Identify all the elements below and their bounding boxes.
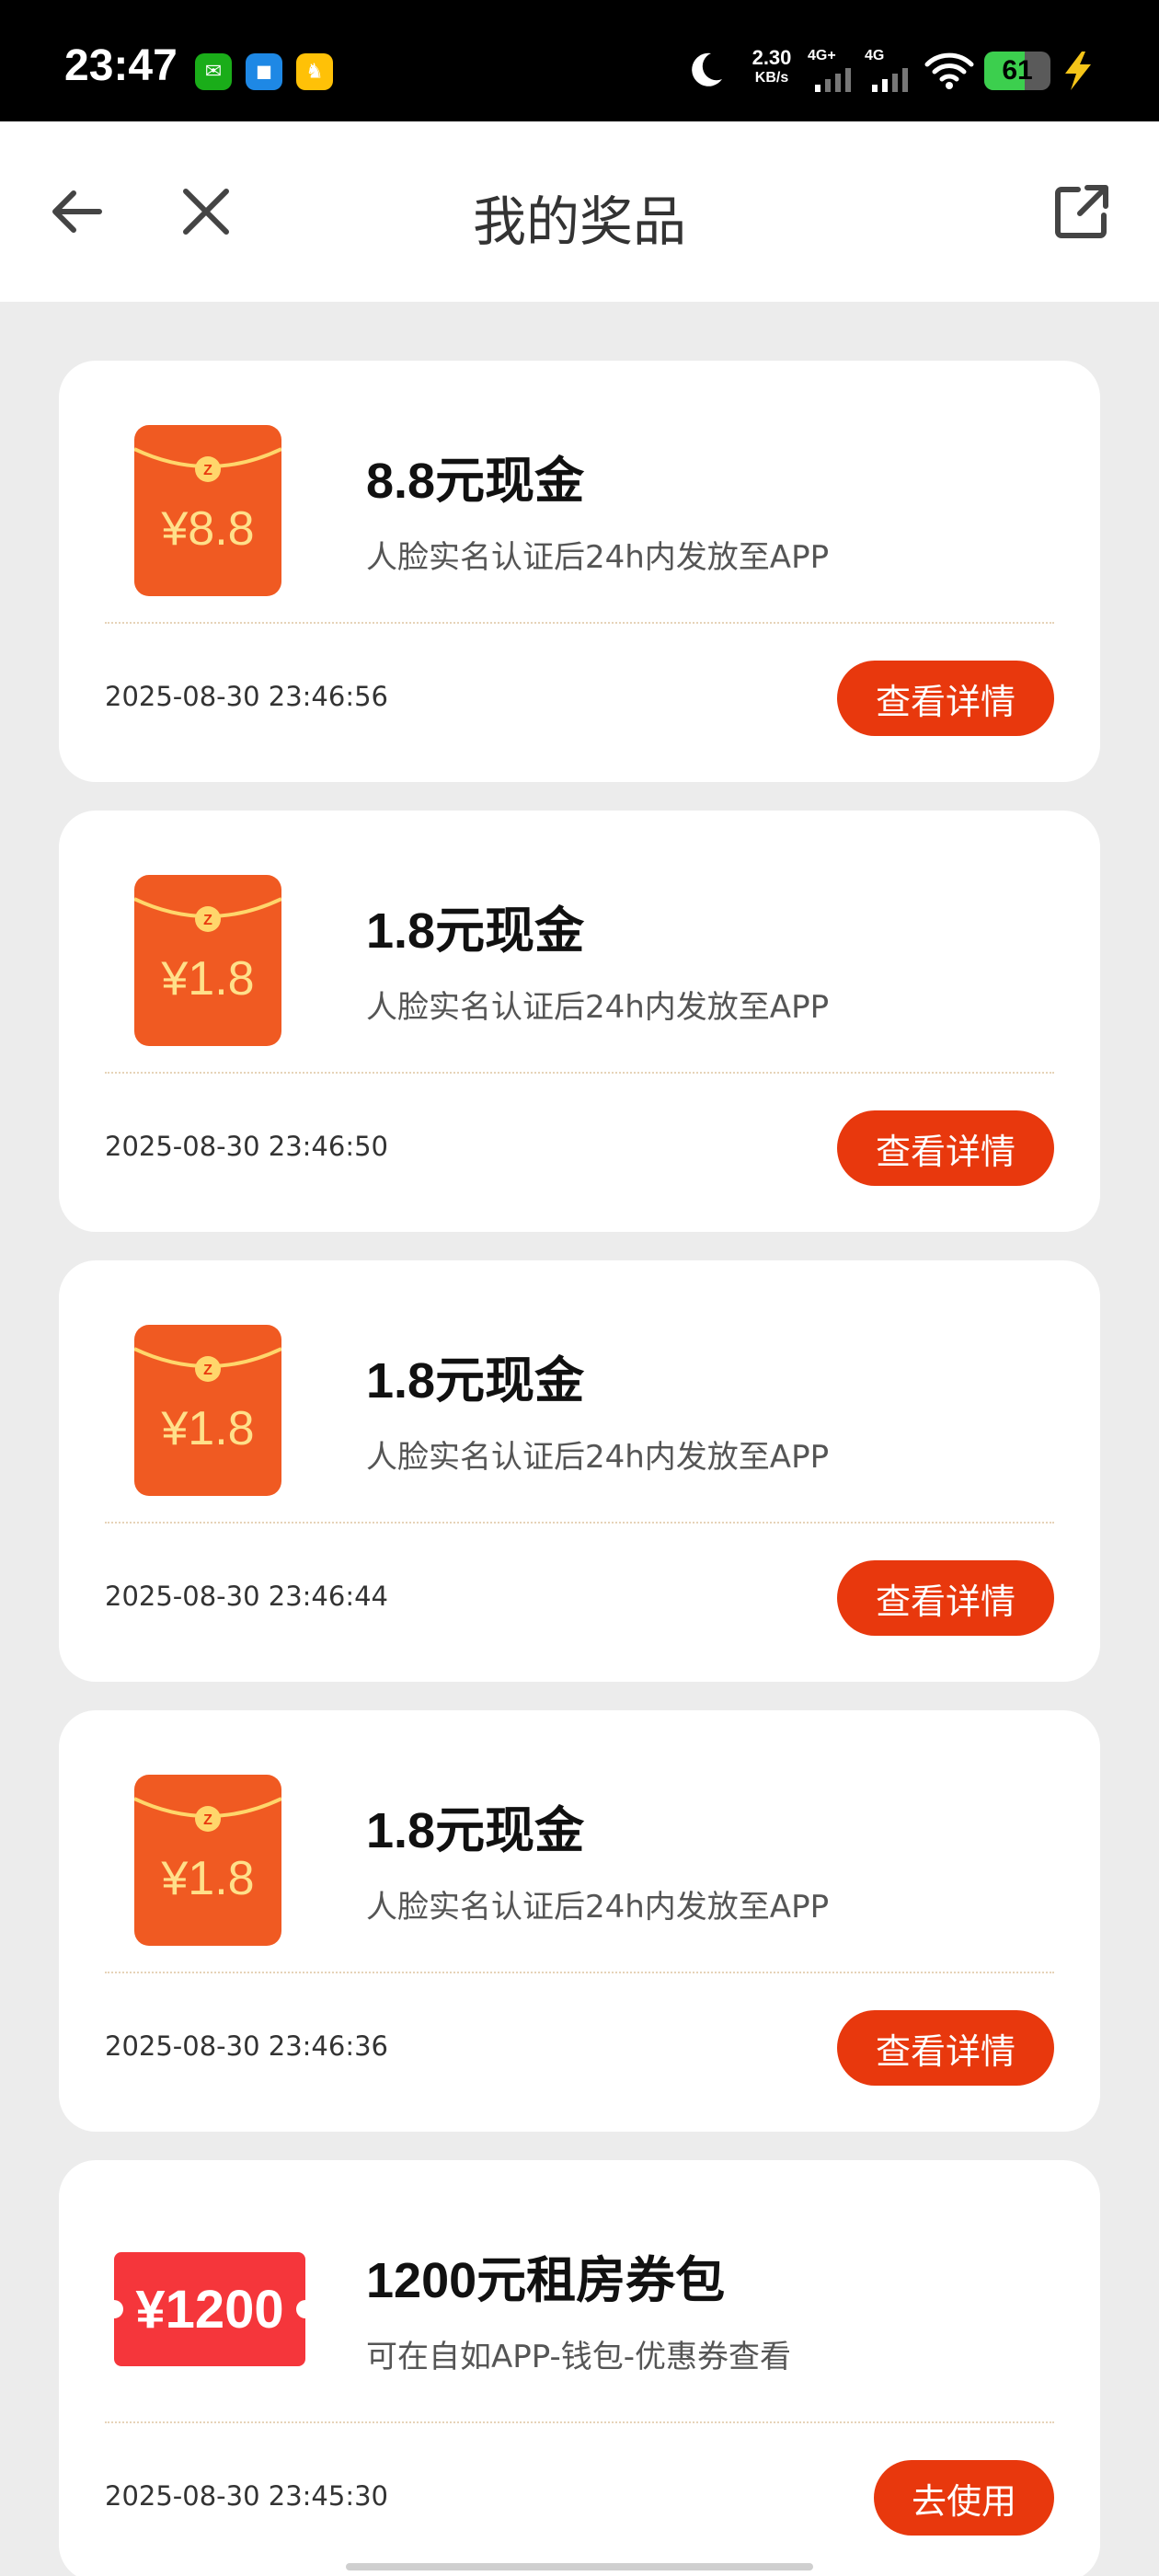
red-envelope-icon: Z ¥8.8 (134, 425, 281, 596)
divider (105, 622, 1054, 624)
prize-card: Z ¥1.8 1.8元现金 人脸实名认证后24h内发放至APP 2025-08-… (59, 1710, 1100, 2132)
signal-sim1-icon: 4G+ (808, 48, 857, 94)
prize-card: Z ¥1.8 1.8元现金 人脸实名认证后24h内发放至APP 2025-08-… (59, 811, 1100, 1232)
battery-icon: 61 (984, 52, 1050, 90)
status-bar: 23:47 ✉ ◼ ♞ 2.30 KB/s 4G+ 4G 61 (0, 0, 1159, 121)
prize-timestamp: 2025-08-30 23:46:36 (105, 2030, 388, 2062)
prize-description: 人脸实名认证后24h内发放至APP (366, 1439, 830, 1476)
view-details-button[interactable]: 查看详情 (837, 1560, 1054, 1636)
svg-text:¥8.8: ¥8.8 (160, 502, 254, 556)
divider (105, 1522, 1054, 1524)
prize-description: 可在自如APP-钱包-优惠券查看 (366, 2339, 792, 2375)
rental-coupon-icon: ¥1200 (114, 2252, 305, 2366)
red-envelope-icon: Z ¥1.8 (134, 1775, 281, 1946)
home-indicator[interactable] (346, 2563, 813, 2570)
svg-text:Z: Z (203, 1363, 212, 1378)
blue-app-icon: ◼ (246, 53, 282, 90)
yellow-app-icon: ♞ (296, 53, 333, 90)
charging-bolt-icon (1065, 52, 1091, 90)
moon-icon (692, 52, 722, 86)
svg-text:¥1.8: ¥1.8 (160, 952, 254, 1006)
prize-card: Z ¥1.8 1.8元现金 人脸实名认证后24h内发放至APP 2025-08-… (59, 1260, 1100, 1682)
use-coupon-button[interactable]: 去使用 (874, 2460, 1054, 2536)
prize-card: ¥1200 1200元租房券包 可在自如APP-钱包-优惠券查看 2025-08… (59, 2160, 1100, 2576)
prize-title: 1.8元现金 (366, 903, 585, 959)
view-details-button[interactable]: 查看详情 (837, 2010, 1054, 2086)
red-envelope-icon: Z ¥1.8 (134, 875, 281, 1046)
svg-text:¥1200: ¥1200 (135, 2280, 283, 2340)
divider (105, 1972, 1054, 1973)
svg-text:Z: Z (203, 913, 212, 928)
svg-text:¥1.8: ¥1.8 (160, 1402, 254, 1455)
wifi-icon (924, 52, 974, 89)
prize-timestamp: 2025-08-30 23:46:56 (105, 681, 388, 712)
prize-timestamp: 2025-08-30 23:45:30 (105, 2480, 388, 2512)
prize-title: 1.8元现金 (366, 1353, 585, 1409)
svg-text:Z: Z (203, 463, 212, 478)
red-envelope-icon: Z ¥1.8 (134, 1325, 281, 1496)
prize-title: 1200元租房券包 (366, 2253, 726, 2308)
svg-text:Z: Z (203, 1812, 212, 1828)
share-external-icon[interactable] (1052, 182, 1111, 241)
prize-card: Z ¥8.8 8.8元现金 人脸实名认证后24h内发放至APP 2025-08-… (59, 361, 1100, 782)
prize-title: 8.8元现金 (366, 454, 585, 509)
prize-description: 人脸实名认证后24h内发放至APP (366, 1889, 830, 1926)
view-details-button[interactable]: 查看详情 (837, 661, 1054, 736)
page-header: 我的奖品 (0, 121, 1159, 302)
prize-title: 1.8元现金 (366, 1803, 585, 1858)
status-time: 23:47 (64, 41, 178, 90)
prize-description: 人脸实名认证后24h内发放至APP (366, 539, 830, 576)
battery-level: 61 (1002, 55, 1033, 86)
divider (105, 2421, 1054, 2423)
signal-sim2-icon: 4G (865, 48, 914, 94)
svg-text:¥1.8: ¥1.8 (160, 1852, 254, 1905)
page-title: 我的奖品 (472, 190, 686, 253)
wechat-icon: ✉ (195, 53, 232, 90)
prize-timestamp: 2025-08-30 23:46:44 (105, 1581, 388, 1612)
prize-description: 人脸实名认证后24h内发放至APP (366, 989, 830, 1026)
divider (105, 1072, 1054, 1074)
view-details-button[interactable]: 查看详情 (837, 1110, 1054, 1186)
prize-timestamp: 2025-08-30 23:46:50 (105, 1131, 388, 1162)
network-speed: 2.30 KB/s (752, 46, 792, 86)
